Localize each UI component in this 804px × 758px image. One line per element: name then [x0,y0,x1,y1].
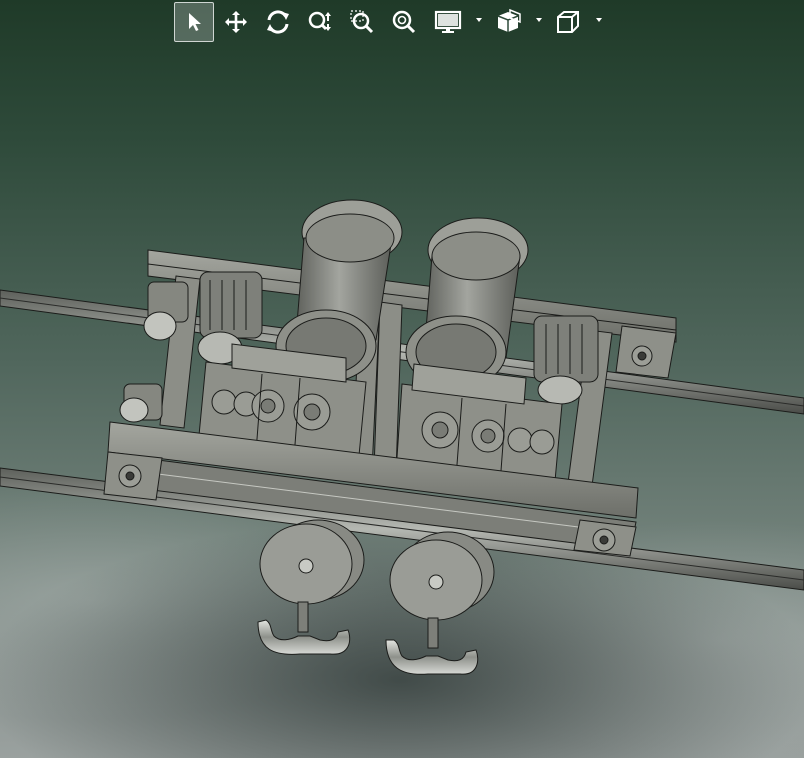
zoom-fit-icon [392,10,416,34]
chevron-down-icon [476,18,482,22]
pan-move-icon [225,11,247,33]
crane-trolley-model[interactable] [0,0,804,758]
section-view-icon [497,8,521,32]
heads-up-view-toolbar [174,2,604,42]
pan-tool-button[interactable] [216,2,256,42]
hook-block-left [257,519,365,655]
zoom-fit-tool-button[interactable] [384,2,424,42]
display-style-dropdown[interactable] [426,2,484,42]
zoom-updown-tool-button[interactable] [300,2,340,42]
zoom-window-icon [350,10,374,34]
chevron-down-icon [596,18,602,22]
rotate-tool-button[interactable] [258,2,298,42]
zoom-updown-icon [308,11,331,31]
hook-block-right [385,531,495,675]
select-tool-button[interactable] [174,2,214,42]
graphics-viewport[interactable] [0,0,804,758]
rotate-icon [267,10,289,34]
display-monitor-icon [434,10,462,33]
section-view-dropdown[interactable] [486,2,544,42]
zoom-window-tool-button[interactable] [342,2,382,42]
chevron-down-icon [536,18,542,22]
view-orientation-dropdown[interactable] [546,2,604,42]
view-cube-icon [557,11,579,33]
select-arrow-icon [189,13,201,31]
